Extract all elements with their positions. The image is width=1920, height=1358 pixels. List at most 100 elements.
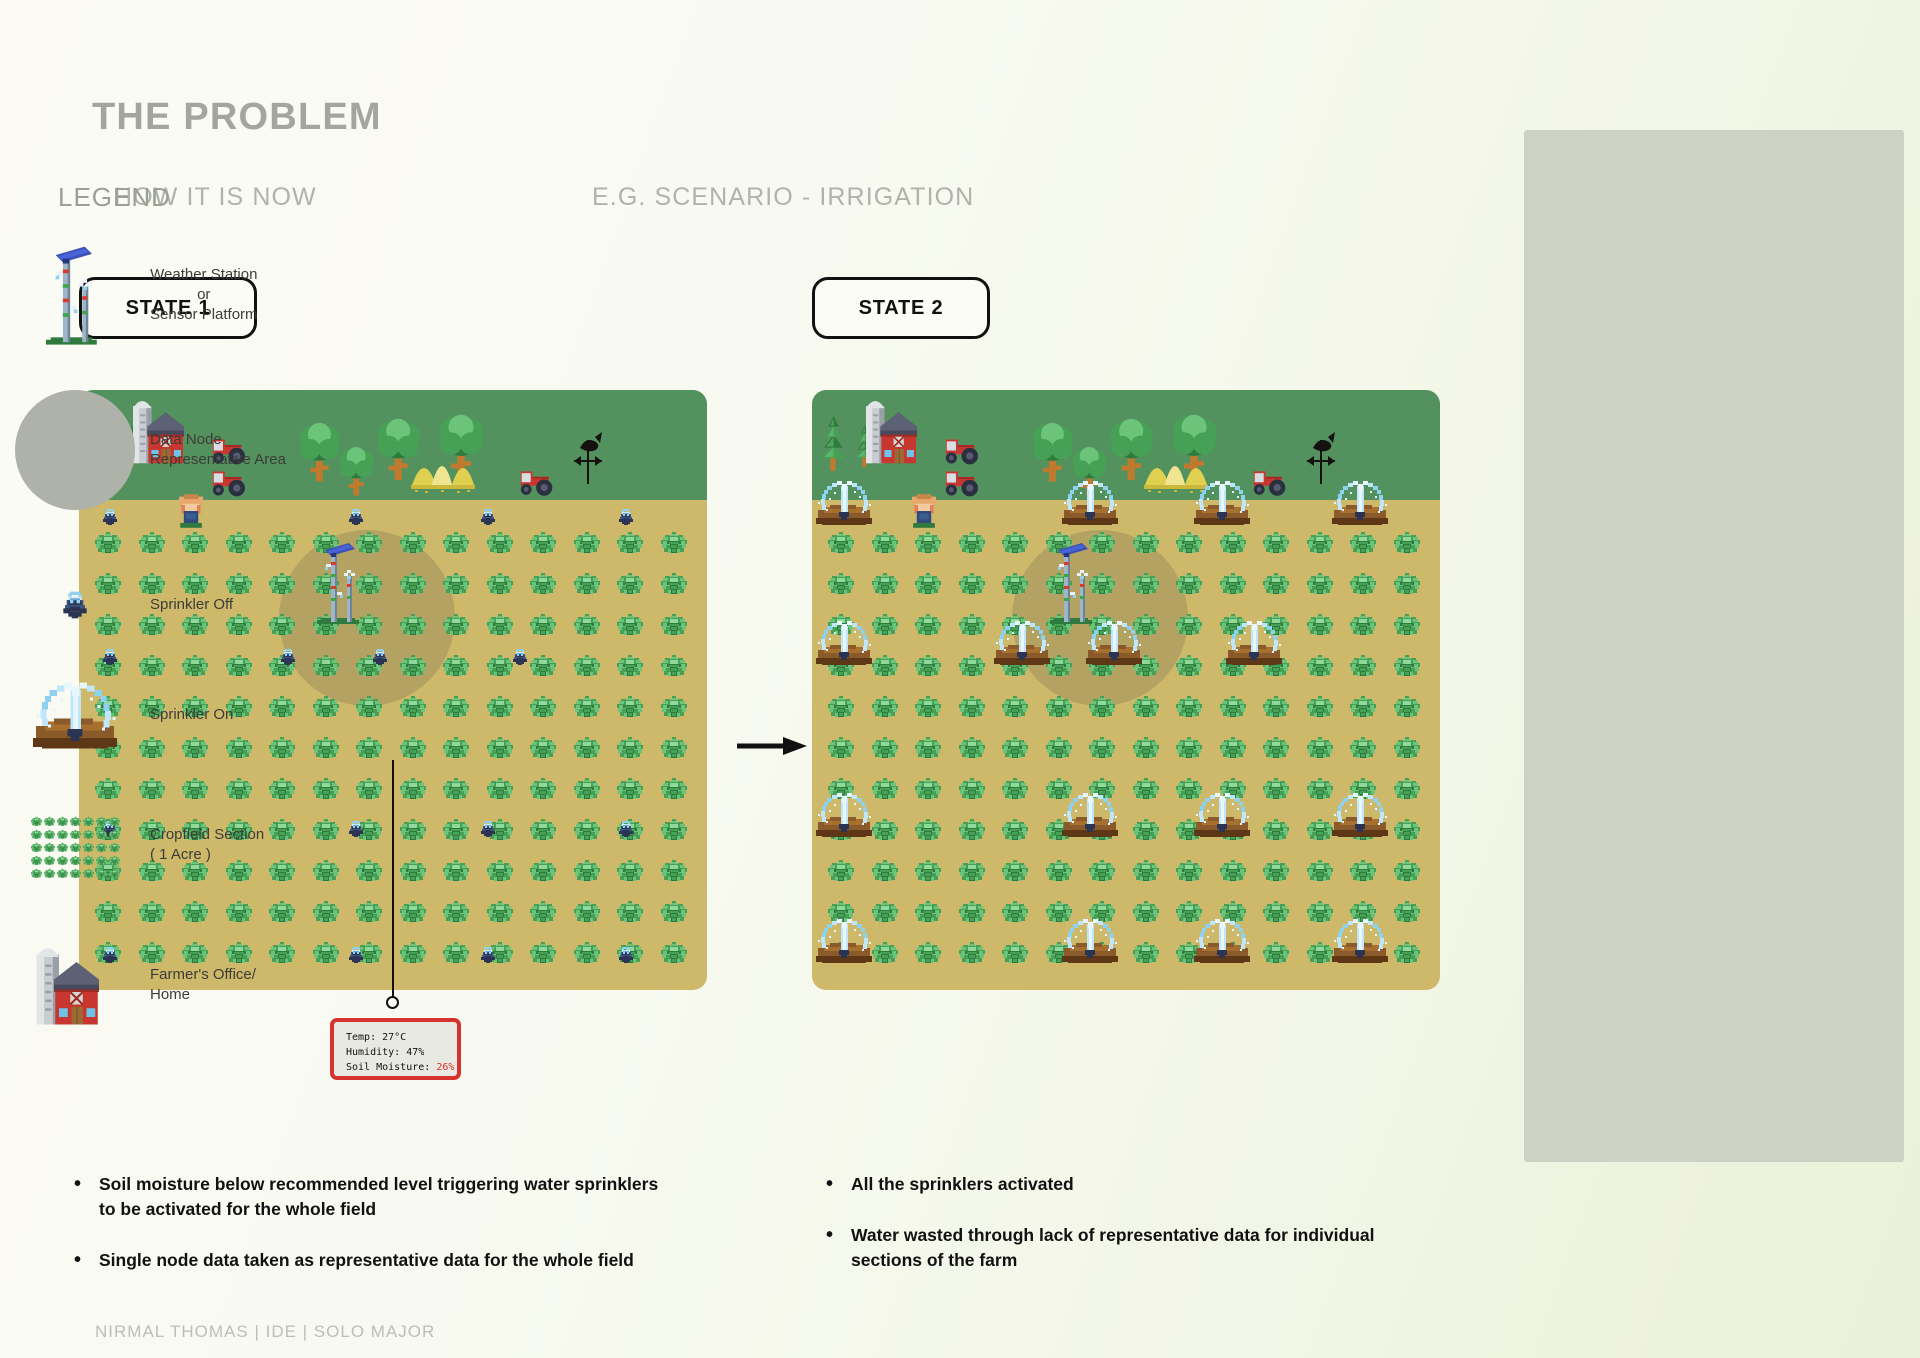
crop-plant [828,737,854,759]
sprinkler-on-icon [816,621,872,665]
sprinkler-on-icon [1332,919,1388,963]
crop-plant [1306,819,1333,841]
crop-plant [82,814,94,826]
crop-plant [1263,573,1289,595]
legend-item-data-node-area: Data Node Representative Area [0,390,380,510]
crop-plant [43,840,55,852]
crop-plant [660,532,687,554]
crop-plant [95,814,107,826]
crop-plant [1132,819,1159,841]
crop-plant [530,532,556,554]
crop-plant [617,696,643,718]
crop-plant [486,614,513,636]
weather-station-icon [0,240,150,350]
crop-plant [617,737,643,759]
sensor-humidity-line: Humidity: 47% [346,1047,425,1058]
crop-plant [958,942,985,964]
crop-plant [225,901,252,923]
crop-plant [617,573,643,595]
data-node-area-icon [0,390,150,510]
crop-plant [443,737,469,759]
crop-plant [1393,696,1420,718]
sprinkler-off-icon [619,947,633,963]
crop-plant [573,778,600,800]
bullet-item: All the sprinklers activated [818,1170,1378,1198]
crop-plant [573,819,600,841]
crop-plant [1263,942,1289,964]
crop-plant [958,737,985,759]
crop-plant [915,532,941,554]
legend-label: Weather Station or Sensor Platform [150,265,258,324]
crop-plant [1002,696,1028,718]
crop-plant [660,942,687,964]
crop-plant [1132,860,1159,882]
crop-plant [617,655,643,677]
sprinkler-off-icon [481,947,495,963]
crop-plant [660,901,687,923]
sprinkler-off-icon [513,649,527,665]
crop-plant [82,866,94,878]
crop-plant [108,853,120,865]
crop-plant [915,573,941,595]
crop-plant [915,655,941,677]
crop-plant [1176,860,1202,882]
crop-plant [530,901,556,923]
crop-plant [1002,737,1028,759]
legend-label-line: Sprinkler Off [150,596,234,614]
crop-plant [399,942,426,964]
crop-plant [1219,532,1246,554]
crop-plant [1393,860,1420,882]
crop-plant [871,573,898,595]
crop-plant [486,737,513,759]
crop-plant [871,778,898,800]
crop-plant [1393,532,1420,554]
crop-plant [1089,860,1115,882]
legend-label: Sprinkler On [150,705,233,725]
crop-plant [269,901,295,923]
crop-plant [486,778,513,800]
crop-plant [1002,778,1028,800]
sprinkler-on-icon [1332,793,1388,837]
crop-plant [915,614,941,636]
crop-plant [399,819,426,841]
crop-plant [1263,860,1289,882]
crop-plant [95,901,121,923]
crop-plant [573,614,600,636]
crop-plant [69,866,81,878]
crop-plant [617,532,643,554]
crop-plant [182,901,208,923]
crop-plant [43,866,55,878]
crop-plant [108,827,120,839]
crop-plant [1306,942,1333,964]
legend-item-weather-station: Weather Station or Sensor Platform [0,240,380,350]
crop-plant [958,655,985,677]
legend-label-line: Cropfield Section [150,826,265,844]
crop-plant [828,860,854,882]
crop-plant [915,942,941,964]
crop-plant [1306,778,1333,800]
crop-plant [915,901,941,923]
crop-plant [1306,737,1333,759]
crop-plant [56,827,68,839]
crop-plant [828,696,854,718]
crop-plant [958,532,985,554]
legend-label-line: Sprinkler On [150,706,234,724]
crop-plant [871,614,898,636]
crop-plant [1393,778,1420,800]
crop-plant [660,737,687,759]
crop-plant [1350,860,1376,882]
crop-plant [1393,655,1420,677]
crop-plant [660,860,687,882]
crop-plant [871,819,898,841]
crop-plant [399,532,426,554]
crop-plant [1306,901,1333,923]
state-2-badge: STATE 2 [812,277,990,339]
crop-plant [660,573,687,595]
crop-plant [915,819,941,841]
crop-plant [399,901,426,923]
sprinkler-off-icon [481,821,495,837]
crop-plant [1132,901,1159,923]
crop-plant [660,819,687,841]
crop-plant [1306,860,1333,882]
crop-plant [82,840,94,852]
